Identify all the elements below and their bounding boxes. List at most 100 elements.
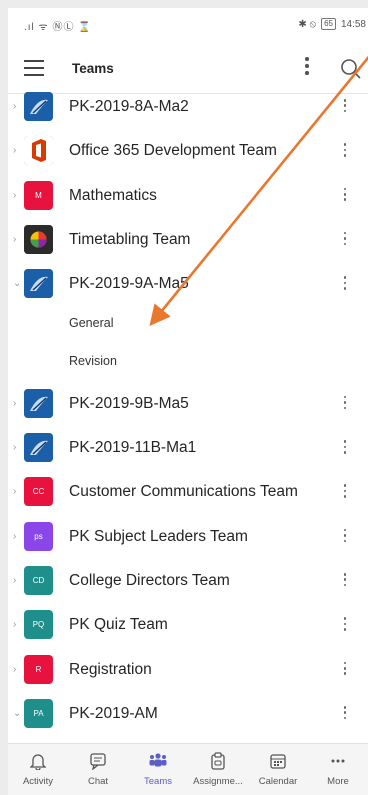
team-name: PK-2019-9A-Ma5 — [69, 275, 189, 293]
team-name: PK-2019-9B-Ma5 — [69, 394, 189, 412]
chevron-down-icon[interactable]: ⌄ — [13, 708, 21, 719]
chevron-right-icon[interactable]: › — [13, 619, 16, 630]
avatar-initials: R — [35, 664, 42, 674]
chevron-right-icon[interactable]: › — [13, 145, 16, 156]
bottom-tab-bar: Activity Chat Teams Assignme... Calendar More — [8, 743, 368, 795]
avatar-initials: PA — [33, 708, 44, 718]
team-avatar — [24, 388, 53, 418]
team-avatar — [24, 433, 53, 463]
tab-calendar[interactable]: Calendar — [248, 744, 308, 795]
team-options-icon[interactable] — [342, 440, 348, 456]
team-options-icon[interactable] — [342, 276, 348, 292]
team-name: Customer Communications Team — [69, 483, 298, 501]
avatar-initials: PQ — [32, 620, 45, 630]
team-options-icon[interactable] — [342, 705, 348, 722]
team-row[interactable]: › PK-2019-9B-Ma5 — [8, 383, 368, 427]
team-options-icon[interactable] — [342, 661, 348, 678]
status-right: ✱ ⦸ 65 14:58 — [298, 18, 366, 30]
team-row[interactable]: › R Registration — [8, 649, 368, 693]
team-name: PK Quiz Team — [69, 616, 168, 634]
status-right-icons: ✱ ⦸ — [298, 18, 317, 30]
team-row[interactable]: › CC Customer Communications Team — [8, 471, 368, 515]
team-name: PK-2019-8A-Ma2 — [69, 98, 189, 115]
team-list: › PK-2019-8A-Ma2 › Office 365 Development T… — [8, 86, 368, 737]
tab-label: Activity — [22, 776, 54, 787]
team-row[interactable]: ⌄ PK-2019-9A-Ma5 — [8, 263, 368, 307]
status-time: 14:58 — [340, 18, 366, 30]
team-name: College Directors Team — [69, 572, 230, 590]
channel-name: General — [69, 316, 114, 331]
team-name: PK-2019-AM — [69, 704, 158, 722]
tab-label: Assignme... — [193, 776, 243, 787]
team-row[interactable]: › CD College Directors Team — [8, 560, 368, 604]
team-options-icon[interactable] — [342, 231, 348, 248]
team-avatar: PQ — [24, 610, 53, 640]
team-options-icon[interactable] — [342, 484, 348, 500]
page-title: Teams — [72, 61, 114, 76]
chat-icon — [89, 752, 107, 775]
chevron-right-icon[interactable]: › — [13, 398, 16, 409]
more-icon — [329, 752, 347, 775]
team-options-icon[interactable] — [342, 99, 348, 115]
team-row[interactable]: › PK-2019-11B-Ma1 — [8, 427, 368, 471]
team-avatar: ps — [24, 521, 53, 551]
status-bar: .ıl ᯤ ⓃⓁ ⌛ ✱ ⦸ 65 14:58 — [8, 8, 368, 42]
team-row[interactable]: › M Mathematics — [8, 175, 368, 219]
tab-chat[interactable]: Chat — [68, 744, 128, 795]
team-row[interactable]: › PK-2019-8A-Ma2 — [8, 86, 368, 130]
team-options-icon[interactable] — [342, 395, 348, 412]
tab-label: Calendar — [258, 776, 298, 787]
channel-row[interactable]: General — [8, 307, 368, 345]
team-row[interactable]: › ps PK Subject Leaders Team — [8, 516, 368, 560]
tab-label: Teams — [144, 776, 172, 787]
team-avatar: PA — [24, 698, 53, 728]
more-options-icon[interactable] — [304, 57, 310, 77]
teams-icon — [148, 752, 168, 773]
team-options-icon[interactable] — [342, 528, 348, 545]
team-avatar — [24, 269, 53, 299]
team-options-icon[interactable] — [342, 187, 348, 204]
teams-app-screen: .ıl ᯤ ⓃⓁ ⌛ ✱ ⦸ 65 14:58 Teams › PK-2019-8… — [8, 8, 368, 795]
chevron-right-icon[interactable]: › — [13, 664, 16, 675]
team-row[interactable]: › PQ PK Quiz Team — [8, 604, 368, 648]
team-row[interactable]: › Timetabling Team — [8, 219, 368, 263]
chevron-right-icon[interactable]: › — [13, 575, 16, 586]
tab-teams[interactable]: Teams — [128, 744, 188, 795]
team-avatar: M — [24, 180, 53, 210]
hamburger-menu-icon[interactable] — [24, 60, 44, 76]
team-options-icon[interactable] — [342, 573, 348, 589]
team-options-icon[interactable] — [342, 617, 348, 633]
status-left-icons: .ıl ᯤ ⓃⓁ ⌛ — [24, 22, 92, 33]
team-avatar — [24, 136, 53, 166]
team-avatar: R — [24, 654, 53, 684]
chevron-right-icon[interactable]: › — [13, 442, 16, 453]
tab-assignme[interactable]: Assignme... — [188, 744, 248, 795]
team-name: Registration — [69, 660, 152, 678]
tab-label: More — [327, 776, 349, 787]
chevron-right-icon[interactable]: › — [13, 531, 16, 542]
team-name: PK Subject Leaders Team — [69, 527, 248, 545]
chevron-down-icon[interactable]: ⌄ — [13, 278, 21, 289]
team-row[interactable]: › Office 365 Development Team — [8, 130, 368, 174]
chevron-right-icon[interactable]: › — [13, 486, 16, 497]
tab-more[interactable]: More — [308, 744, 368, 795]
team-name: PK-2019-11B-Ma1 — [69, 439, 197, 457]
team-name: Office 365 Development Team — [69, 142, 277, 160]
tab-label: Chat — [87, 776, 109, 787]
team-avatar: CD — [24, 566, 53, 596]
tab-activity[interactable]: Activity — [8, 744, 68, 795]
search-icon[interactable] — [340, 58, 362, 80]
channel-row[interactable]: Revision — [8, 345, 368, 383]
battery-icon: 65 — [321, 18, 336, 30]
team-avatar — [24, 92, 53, 121]
chevron-right-icon[interactable]: › — [13, 190, 16, 201]
team-name: Mathematics — [69, 186, 157, 204]
team-avatar — [24, 224, 53, 254]
team-avatar: CC — [24, 477, 53, 507]
team-options-icon[interactable] — [342, 143, 348, 159]
chevron-right-icon[interactable]: › — [13, 234, 16, 245]
team-row[interactable]: ⌄ PA PK-2019-AM — [8, 693, 368, 737]
avatar-initials: M — [35, 190, 42, 200]
chevron-right-icon[interactable]: › — [13, 101, 16, 112]
calendar-icon — [269, 752, 287, 775]
